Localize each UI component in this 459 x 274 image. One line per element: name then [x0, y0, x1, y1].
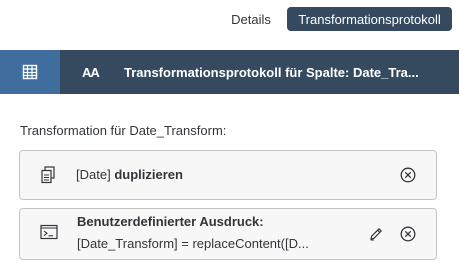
step-action: duplizieren: [114, 167, 183, 182]
grid-view-button[interactable]: [0, 50, 60, 94]
transformation-step-custom-expression[interactable]: Benutzerdefinierter Ausdruck: [Date_Tran…: [19, 208, 437, 260]
tab-bar: Details Transformationsprotokoll: [0, 0, 459, 50]
close-circle-icon: [400, 167, 416, 183]
copy-icon: [40, 166, 56, 184]
grid-icon: [22, 64, 38, 80]
transformation-log-header: AA Transformationsprotokoll für Spalte: …: [0, 50, 459, 94]
step-column: [Date]: [76, 167, 111, 182]
pencil-icon: [370, 228, 382, 241]
header-title: Transformationsprotokoll für Spalte: Dat…: [124, 64, 419, 80]
transformation-step-duplicate[interactable]: [Date] duplizieren: [19, 150, 437, 200]
step-expression: [Date_Transform] = replaceContent([D...: [77, 236, 309, 251]
step-description: [Date] duplizieren: [76, 167, 183, 182]
tab-transformation-log[interactable]: Transformationsprotokoll: [287, 7, 452, 31]
close-circle-icon: [400, 226, 416, 242]
edit-step-button[interactable]: [366, 224, 386, 244]
section-label: Transformation für Date_Transform:: [20, 123, 227, 138]
tab-details[interactable]: Details: [220, 7, 282, 31]
step-title: Benutzerdefinierter Ausdruck:: [77, 214, 264, 229]
remove-step-button[interactable]: [398, 224, 418, 244]
remove-step-button[interactable]: [398, 165, 418, 185]
text-type-icon: AA: [82, 64, 100, 80]
console-icon: [40, 224, 58, 240]
